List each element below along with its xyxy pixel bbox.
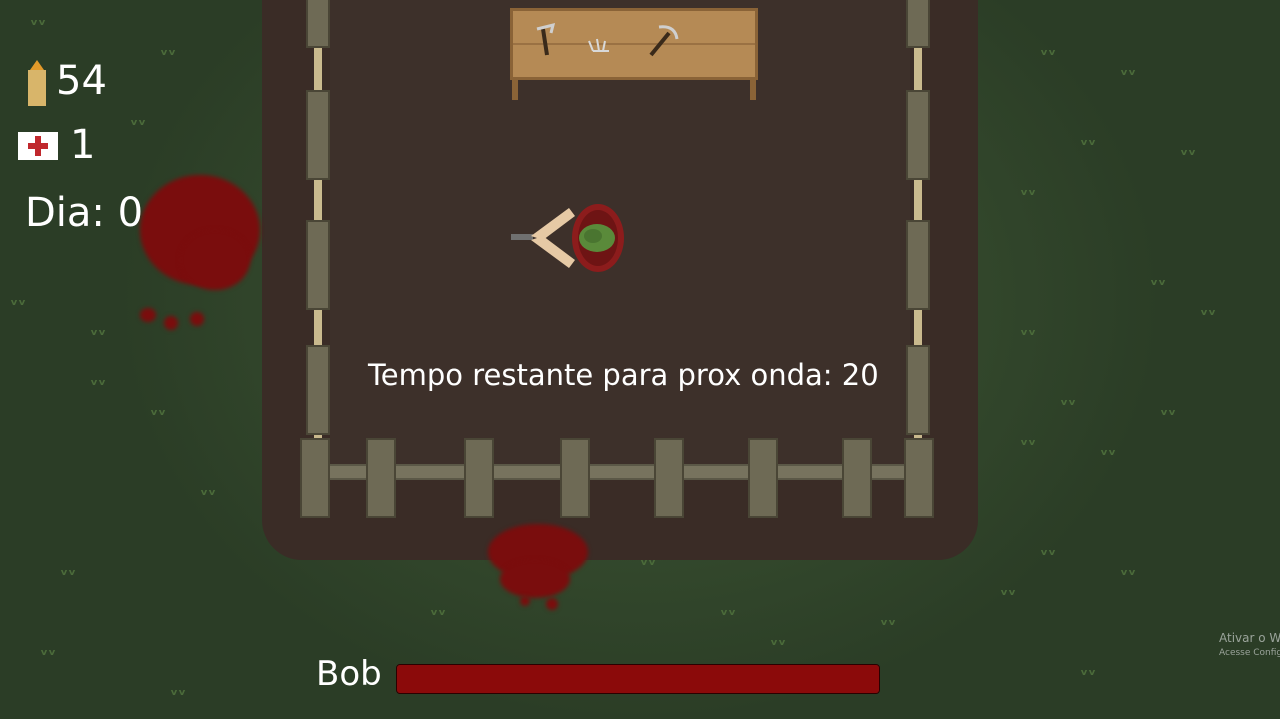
fence-post — [654, 438, 684, 518]
fence-post — [842, 438, 872, 518]
fence-post — [906, 90, 930, 180]
day-counter: Dia: 0 — [25, 190, 144, 236]
table-leg — [512, 80, 518, 100]
ammo-icon — [28, 60, 46, 106]
health-fill — [397, 665, 879, 693]
crafting-table[interactable] — [510, 8, 758, 80]
fence-post — [306, 0, 330, 48]
fence-post — [906, 345, 930, 435]
tools-icon — [513, 22, 755, 57]
fence-post — [306, 345, 330, 435]
fence-post — [366, 438, 396, 518]
medkit-count: 1 — [70, 122, 96, 168]
table-leg — [750, 80, 756, 100]
fence-post — [904, 438, 934, 518]
fence-post — [464, 438, 494, 518]
fence-post — [748, 438, 778, 518]
ammo-count: 54 — [56, 58, 107, 104]
fence-post — [306, 220, 330, 310]
fence-post — [906, 220, 930, 310]
fence-post — [560, 438, 590, 518]
activation-watermark-line2: Acesse Config — [1219, 648, 1280, 658]
activation-watermark-line1: Ativar o W — [1219, 631, 1280, 645]
fence-post — [306, 90, 330, 180]
player-character — [511, 204, 624, 272]
wave-timer: Tempo restante para prox onda: 20 — [368, 358, 879, 392]
fence-post — [906, 0, 930, 48]
health-bar — [396, 664, 880, 694]
medkit-icon — [18, 132, 58, 160]
fence-post — [300, 438, 330, 518]
player-name: Bob — [316, 654, 382, 694]
